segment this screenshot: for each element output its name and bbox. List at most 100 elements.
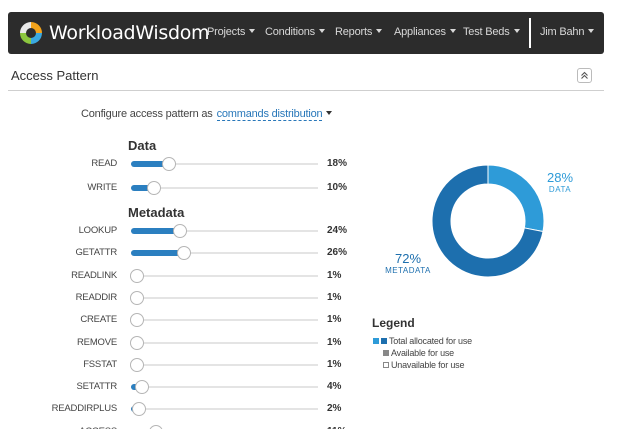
slider-label: FSSTAT: [83, 358, 117, 370]
legend-item-unavailable: Unavailable for use: [383, 360, 464, 370]
caret-down-icon: [376, 29, 383, 33]
slider-label: READDIR: [75, 291, 118, 303]
slider-label: READDIRPLUS: [51, 403, 118, 415]
caret-down-icon: [588, 29, 595, 33]
nav-label: Appliances: [394, 26, 446, 38]
nav-label: Test Beds: [463, 26, 510, 38]
slider-track[interactable]: [130, 335, 318, 350]
slider-track[interactable]: [130, 357, 318, 372]
slider-thumb[interactable]: [149, 424, 163, 429]
slider-thumb[interactable]: [173, 224, 187, 238]
donut-slice-metadata: [431, 164, 544, 278]
data-slice-pct-label: 28%: [547, 170, 573, 185]
metadata-slice-pct-label: 72%: [395, 251, 421, 266]
slider-track[interactable]: [130, 268, 318, 283]
donut-slice-data: [487, 164, 545, 233]
slider-label: LOOKUP: [78, 225, 118, 236]
slider-track[interactable]: [130, 313, 318, 328]
slider-row-read: READ 18%: [0, 155, 360, 173]
slider-percent: 1%: [327, 358, 342, 370]
brand-name: WorkloadWisdom: [49, 22, 210, 44]
slider-percent: 1%: [327, 291, 342, 303]
slider-thumb[interactable]: [162, 157, 176, 171]
legend-swatch: [383, 350, 389, 356]
slider-thumb[interactable]: [130, 357, 144, 372]
slider-track[interactable]: [131, 157, 318, 171]
double-chevron-up-icon: [581, 71, 588, 79]
slider-label: WRITE: [87, 181, 117, 193]
slider-label: CREATE: [80, 314, 117, 326]
legend-swatch: [381, 338, 387, 344]
slider-thumb[interactable]: [147, 180, 161, 195]
user-name: Jim Bahn: [540, 26, 585, 38]
slider-percent: 2%: [327, 403, 342, 415]
slider-label: REMOVE: [77, 336, 117, 348]
slider-track[interactable]: [131, 402, 318, 417]
config-prefix: Configure access pattern as: [81, 108, 213, 120]
slider-row-write: WRITE 10%: [0, 179, 360, 197]
caret-down-icon: [249, 29, 256, 33]
nav-label: Conditions: [265, 26, 315, 38]
collapse-button[interactable]: [577, 68, 592, 83]
caret-down-icon: [318, 29, 325, 33]
slider-track[interactable]: [131, 380, 318, 395]
nav-projects[interactable]: Projects: [207, 26, 256, 38]
slider-thumb[interactable]: [130, 335, 144, 350]
slider-percent: 24%: [327, 225, 348, 236]
slider-percent: 26%: [327, 247, 348, 259]
slider-track[interactable]: [131, 224, 318, 238]
legend-swatch: [383, 362, 389, 368]
slider-track[interactable]: [131, 180, 318, 195]
slider-label: READ: [91, 158, 117, 169]
slider-thumb[interactable]: [130, 268, 144, 283]
nav-label: Reports: [335, 26, 373, 38]
nav-appliances[interactable]: Appliances: [394, 26, 456, 38]
slider-thumb[interactable]: [130, 313, 144, 328]
caret-down-icon: [449, 29, 456, 33]
nav-conditions[interactable]: Conditions: [265, 26, 325, 38]
slider-row-access: ACCESS11%: [0, 423, 360, 429]
slider-thumb[interactable]: [130, 290, 144, 305]
slider-percent: 4%: [327, 381, 342, 393]
slider-percent: 1%: [327, 269, 342, 281]
slider-percent: 18%: [327, 158, 348, 169]
data-slice-name-label: DATA: [549, 185, 571, 194]
slider-thumb[interactable]: [177, 246, 191, 261]
panel-divider: [8, 90, 604, 91]
slider-row-lookup: LOOKUP 24%: [0, 222, 360, 240]
slider-label: READLINK: [71, 269, 117, 281]
section-data-heading: Data: [128, 138, 157, 153]
top-navbar: WorkloadWisdom Projects Conditions Repor…: [8, 12, 604, 54]
nav-divider: [529, 18, 531, 48]
slider-row-readdirplus: READDIRPLUS 2%: [0, 400, 360, 418]
nav-test-beds[interactable]: Test Beds: [463, 26, 520, 38]
slider-thumb[interactable]: [135, 380, 149, 395]
nav-reports[interactable]: Reports: [335, 26, 383, 38]
slider-row-setattr: SETATTR 4%: [0, 378, 360, 396]
slider-track[interactable]: [131, 246, 318, 261]
nav-label: Projects: [207, 26, 246, 38]
slider-label: SETATTR: [76, 381, 118, 393]
slider-row-readlink: READLINK 1%: [0, 267, 360, 285]
donut-slices: [431, 164, 545, 278]
brand[interactable]: WorkloadWisdom: [18, 20, 210, 46]
slider-percent: 10%: [327, 181, 348, 193]
brand-logo-icon: [20, 22, 42, 44]
slider-row-getattr: GETATTR 26%: [0, 244, 360, 262]
slider-row-fsstat: FSSTAT 1%: [0, 356, 360, 374]
slider-track[interactable]: [130, 290, 318, 305]
panel-title: Access Pattern: [11, 68, 99, 83]
caret-down-icon[interactable]: [326, 111, 333, 115]
slider-row-readdir: READDIR 1%: [0, 289, 360, 307]
legend-item-available: Available for use: [383, 348, 454, 358]
legend-label: Available for use: [391, 348, 454, 358]
slider-thumb[interactable]: [132, 402, 146, 417]
config-mode-dropdown[interactable]: commands distribution: [216, 108, 323, 121]
legend-label: Total allocated for use: [389, 336, 472, 346]
user-menu[interactable]: Jim Bahn: [540, 26, 595, 38]
legend-swatch: [373, 338, 379, 344]
slider-row-remove: REMOVE 1%: [0, 334, 360, 352]
legend-label: Unavailable for use: [391, 360, 465, 370]
slider-row-create: CREATE 1%: [0, 311, 360, 329]
slider-label: GETATTR: [75, 247, 117, 259]
